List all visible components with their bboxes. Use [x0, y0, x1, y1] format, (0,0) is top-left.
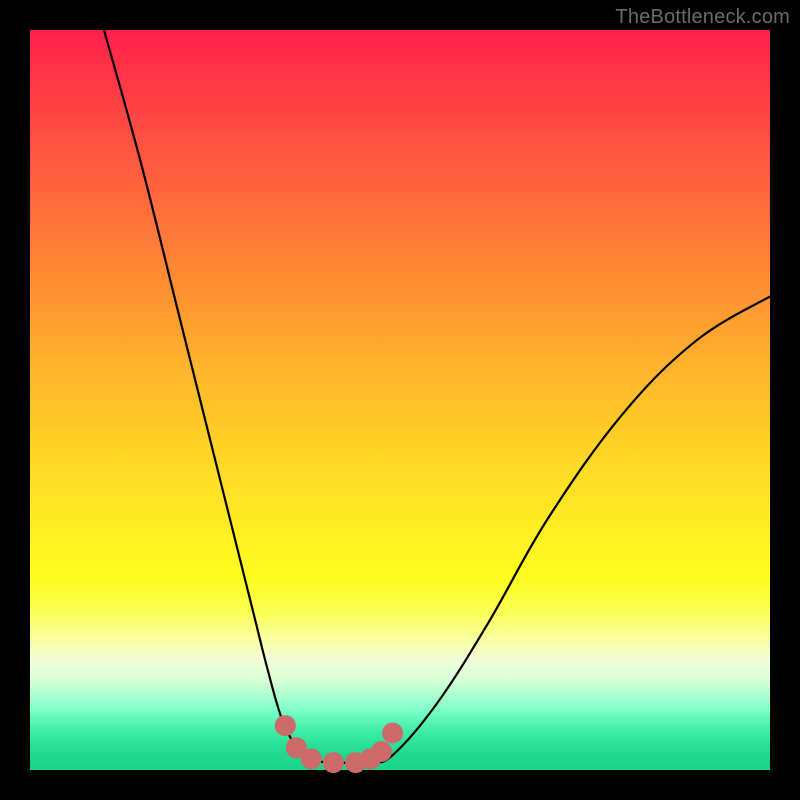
marker-dot — [383, 723, 403, 743]
curve-layer — [30, 30, 770, 770]
watermark-text: TheBottleneck.com — [615, 6, 790, 29]
bottleneck-curve — [104, 30, 770, 763]
marker-dot — [275, 716, 295, 736]
marker-dot — [372, 742, 392, 762]
marker-dot — [323, 753, 343, 773]
frame: TheBottleneck.com — [0, 0, 800, 800]
bottom-markers — [275, 716, 402, 773]
plot-area — [30, 30, 770, 770]
marker-dot — [301, 749, 321, 769]
